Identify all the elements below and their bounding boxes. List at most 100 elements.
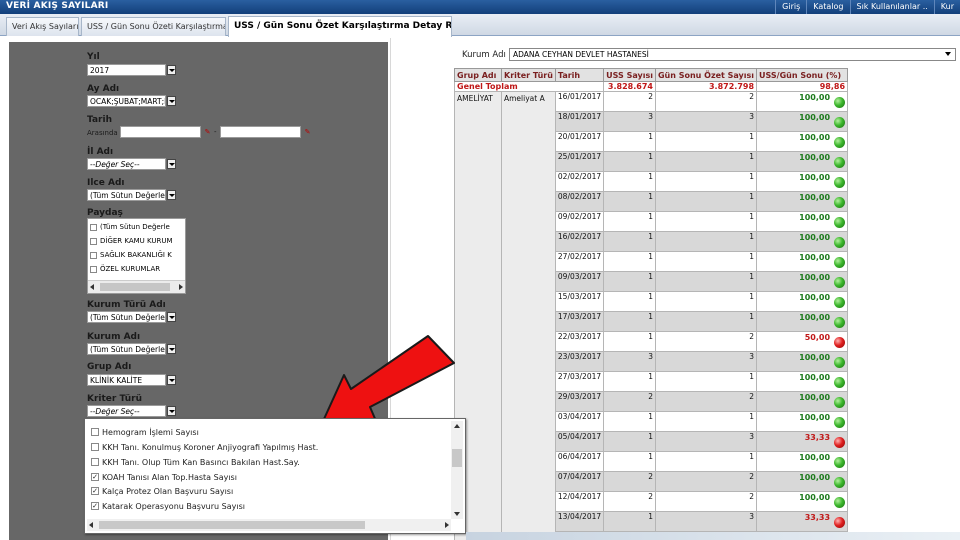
ay-dropdown-icon[interactable] bbox=[167, 96, 176, 106]
ratio-value: 100,00 bbox=[799, 473, 831, 482]
kriter-dropdown-popup[interactable]: Hemogram İşlemi Sayısı KKH Tanı. Konulmu… bbox=[84, 418, 466, 534]
kurum-turu-dropdown-icon[interactable] bbox=[167, 312, 176, 322]
ratio-value: 100,00 bbox=[799, 353, 831, 362]
yil-dropdown-icon[interactable] bbox=[167, 65, 176, 75]
grup-dropdown-icon[interactable] bbox=[167, 375, 176, 385]
checkbox-checked[interactable]: ✓ bbox=[91, 487, 99, 495]
il-dropdown-icon[interactable] bbox=[167, 159, 176, 169]
checkbox[interactable] bbox=[91, 428, 99, 436]
scroll-thumb[interactable] bbox=[99, 521, 365, 529]
cell-tarih: 23/03/2017 bbox=[554, 351, 605, 372]
ay-select[interactable]: OCAK;ŞUBAT;MART;N bbox=[87, 95, 166, 107]
cell-ratio: 100,00 bbox=[756, 411, 849, 432]
yil-label: Yıl bbox=[87, 52, 100, 62]
kriter-vertical-scrollbar[interactable] bbox=[451, 421, 463, 519]
checkbox[interactable] bbox=[90, 237, 97, 245]
col-grup-adi[interactable]: Grup Adı bbox=[454, 68, 502, 82]
scroll-left-icon[interactable] bbox=[89, 522, 93, 528]
checkbox[interactable] bbox=[90, 251, 97, 259]
tab-uss-karsilastirma[interactable]: USS / Gün Sonu Özeti Karşılaştırma bbox=[81, 17, 226, 36]
status-green-icon bbox=[834, 377, 846, 388]
tab-uss-detay-raporu[interactable]: USS / Gün Sonu Özet Karşılaştırma Detay … bbox=[228, 16, 452, 37]
paydas-item[interactable]: DİĞER KAMU KURUM bbox=[90, 235, 173, 247]
tarih-end-input[interactable] bbox=[220, 126, 301, 138]
cell-gun: 1 bbox=[654, 271, 758, 292]
kurum-select[interactable]: (Tüm Sütun Değerle bbox=[87, 343, 166, 355]
il-select[interactable]: --Değer Seç-- bbox=[87, 158, 166, 170]
paydas-item[interactable]: (Tüm Sütun Değerle bbox=[90, 221, 170, 233]
ratio-value: 33,33 bbox=[804, 513, 831, 522]
cell-uss: 1 bbox=[603, 151, 656, 172]
kriter-option[interactable]: Hemogram İşlemi Sayısı bbox=[91, 425, 199, 439]
calendar-icon[interactable]: ✎ bbox=[303, 128, 312, 137]
paydas-item[interactable]: ÖZEL KURUMLAR bbox=[90, 263, 160, 275]
nav-giris[interactable]: Giriş bbox=[775, 0, 806, 14]
cell-gun: 3 bbox=[654, 351, 758, 372]
cell-tarih: 12/04/2017 bbox=[554, 491, 605, 512]
kriter-option[interactable]: KKH Tanı. Olup Tüm Kan Basıncı Bakılan H… bbox=[91, 455, 300, 469]
checkbox-checked[interactable]: ✓ bbox=[91, 502, 99, 510]
cell-tarih: 02/02/2017 bbox=[554, 171, 605, 192]
kriter-option[interactable]: ✓ Kalça Protez Olan Başvuru Sayısı bbox=[91, 484, 233, 498]
paydas-label: Paydaş bbox=[87, 208, 123, 218]
checkbox[interactable] bbox=[90, 265, 97, 273]
kurum-turu-label: Kurum Türü Adı bbox=[87, 300, 166, 310]
checkbox[interactable] bbox=[91, 443, 99, 451]
scroll-thumb[interactable] bbox=[100, 283, 170, 291]
scroll-right-icon[interactable] bbox=[445, 522, 449, 528]
cell-ratio: 33,33 bbox=[756, 511, 849, 532]
kriter-select[interactable]: --Değer Seç-- bbox=[87, 405, 166, 417]
kriter-dropdown-icon[interactable] bbox=[167, 406, 176, 416]
tarih-start-input[interactable] bbox=[120, 126, 201, 138]
status-green-icon bbox=[834, 237, 846, 248]
kurum-dropdown-icon[interactable] bbox=[167, 344, 176, 354]
report-kurum-select[interactable]: ADANA CEYHAN DEVLET HASTANESİ bbox=[509, 48, 956, 61]
cell-tarih: 09/03/2017 bbox=[554, 271, 605, 292]
checkbox[interactable] bbox=[91, 458, 99, 466]
kriter-option[interactable]: ✓ KOAH Tanısı Alan Top.Hasta Sayısı bbox=[91, 470, 237, 484]
paydas-horizontal-scrollbar[interactable] bbox=[88, 280, 185, 293]
kriter-option[interactable]: ✓ Katarak Operasyonu Başvuru Sayısı bbox=[91, 499, 245, 513]
cell-uss: 1 bbox=[603, 171, 656, 192]
scroll-down-icon[interactable] bbox=[454, 512, 460, 516]
nav-sik-kullanilanlar[interactable]: Sık Kullanılanlar .. bbox=[849, 0, 934, 14]
cell-tarih: 27/03/2017 bbox=[554, 371, 605, 392]
top-bar: VERİ AKIŞ SAYILARI Giriş Katalog Sık Kul… bbox=[0, 0, 960, 14]
cell-tarih: 07/04/2017 bbox=[554, 471, 605, 492]
scroll-left-icon[interactable] bbox=[90, 284, 94, 290]
col-tarih[interactable]: Tarih bbox=[554, 68, 605, 82]
ratio-value: 100,00 bbox=[799, 293, 831, 302]
cell-gun: 1 bbox=[654, 151, 758, 172]
cell-gun: 2 bbox=[654, 491, 758, 512]
ilce-select[interactable]: (Tüm Sütun Değerle bbox=[87, 189, 166, 201]
col-gun-sonu-ozet-sayisi[interactable]: Gün Sonu Özet Sayısı bbox=[654, 68, 758, 82]
col-uss-gun-sonu-yuzde[interactable]: USS/Gün Sonu (%) bbox=[756, 68, 849, 82]
tab-veri-akis[interactable]: Veri Akış Sayıları bbox=[6, 17, 79, 36]
paydas-list[interactable]: (Tüm Sütun Değerle DİĞER KAMU KURUM SAĞL… bbox=[87, 218, 186, 294]
scroll-up-icon[interactable] bbox=[454, 424, 460, 428]
cell-ratio: 100,00 bbox=[756, 91, 849, 112]
yil-select[interactable]: 2017 bbox=[87, 64, 166, 76]
scroll-right-icon[interactable] bbox=[179, 284, 183, 290]
chevron-down-icon[interactable] bbox=[945, 52, 951, 56]
cell-ratio: 50,00 bbox=[756, 331, 849, 352]
scroll-thumb[interactable] bbox=[452, 449, 462, 467]
kriter-horizontal-scrollbar[interactable] bbox=[87, 519, 451, 531]
calendar-icon[interactable]: ✎ bbox=[203, 128, 212, 137]
ilce-dropdown-icon[interactable] bbox=[167, 190, 176, 200]
kriter-label: Kriter Türü bbox=[87, 394, 143, 404]
checkbox[interactable] bbox=[90, 223, 97, 231]
checkbox-checked[interactable]: ✓ bbox=[91, 473, 99, 481]
cell-uss: 1 bbox=[603, 371, 656, 392]
kriter-option[interactable]: KKH Tanı. Konulmuş Koroner Anjiyografi Y… bbox=[91, 440, 318, 454]
cell-uss: 1 bbox=[603, 251, 656, 272]
grup-select[interactable]: KLİNİK KALİTE bbox=[87, 374, 166, 386]
kurum-turu-select[interactable]: (Tüm Sütun Değerle bbox=[87, 311, 166, 323]
paydas-item[interactable]: SAĞLIK BAKANLIĞI K bbox=[90, 249, 172, 261]
nav-kur[interactable]: Kur bbox=[933, 0, 960, 14]
nav-katalog[interactable]: Katalog bbox=[806, 0, 849, 14]
col-uss-sayisi[interactable]: USS Sayısı bbox=[603, 68, 656, 82]
cell-tarih: 29/03/2017 bbox=[554, 391, 605, 412]
col-kriter-turu[interactable]: Kriter Türü bbox=[501, 68, 556, 82]
total-label: Genel Toplam bbox=[453, 81, 605, 92]
